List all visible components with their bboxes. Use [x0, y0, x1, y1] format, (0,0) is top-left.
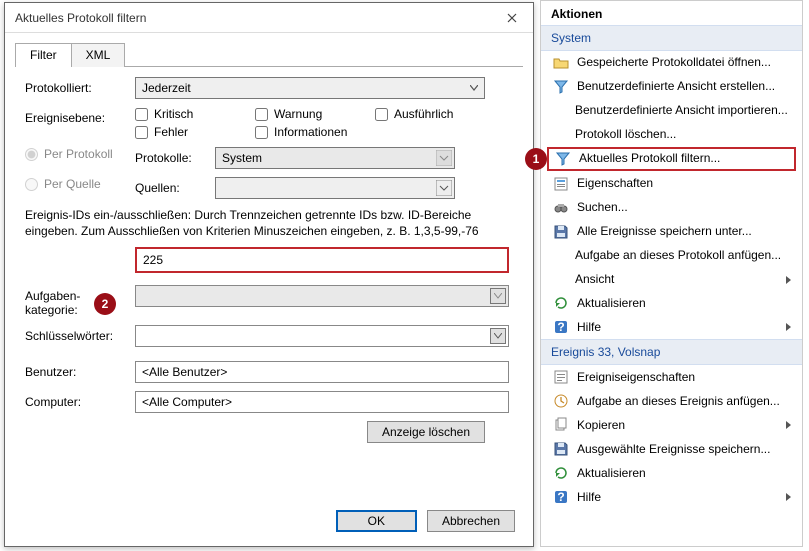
action-clear-log[interactable]: Protokoll löschen...: [541, 123, 802, 147]
action-help-system[interactable]: ? Hilfe: [541, 315, 802, 339]
action-save-selected-events[interactable]: Ausgewählte Ereignisse speichern...: [541, 437, 802, 461]
titlebar: Aktuelles Protokoll filtern: [5, 3, 533, 33]
action-save-all-events[interactable]: Alle Ereignisse speichern unter...: [541, 220, 802, 244]
input-computer[interactable]: [135, 391, 509, 413]
chevron-down-icon: [490, 288, 506, 304]
filter-form: Protokolliert: Jederzeit Ereignisebene: …: [5, 67, 533, 443]
refresh-icon: [553, 295, 569, 311]
checkbox-kritisch[interactable]: Kritisch: [135, 107, 235, 121]
tab-xml[interactable]: XML: [71, 43, 126, 67]
event-id-input[interactable]: [135, 247, 509, 273]
folder-open-icon: [553, 55, 569, 71]
select-aufgabenkategorie: [135, 285, 509, 307]
event-properties-icon: [553, 369, 569, 385]
chevron-right-icon: [786, 276, 792, 284]
callout-1: 1: [525, 148, 547, 170]
label-aufgabenkategorie: Aufgaben- kategorie:: [25, 285, 135, 317]
refresh-icon: [553, 465, 569, 481]
action-filter-current-highlight: Aktuelles Protokoll filtern...: [547, 147, 796, 171]
properties-icon: [553, 176, 569, 192]
chevron-right-icon: [786, 323, 792, 331]
checkbox-warnung-input[interactable]: [255, 108, 268, 121]
select-protokolle: System: [215, 147, 455, 169]
funnel-icon: [553, 79, 569, 95]
group-event-header: Ereignis 33, Volsnap: [541, 339, 802, 365]
level-checkbox-group: Kritisch Warnung Ausführlich Fehler Info…: [135, 107, 495, 139]
chevron-right-icon: [786, 493, 792, 501]
action-attach-task-log[interactable]: Aufgabe an dieses Protokoll anfügen...: [541, 244, 802, 268]
action-import-custom-view[interactable]: Benutzerdefinierte Ansicht importieren..…: [541, 99, 802, 123]
label-ereignisebene: Ereignisebene:: [25, 107, 135, 125]
radio-per-protokoll: Per Protokoll: [25, 147, 135, 161]
chevron-right-icon: [786, 421, 792, 429]
action-properties[interactable]: Eigenschaften: [541, 172, 802, 196]
cancel-button[interactable]: Abbrechen: [427, 510, 515, 532]
checkbox-ausfuehrlich[interactable]: Ausführlich: [375, 107, 495, 121]
checkbox-informationen-input[interactable]: [255, 126, 268, 139]
checkbox-kritisch-input[interactable]: [135, 108, 148, 121]
label-quellen: Quellen:: [135, 177, 215, 195]
chevron-down-icon: [466, 80, 482, 96]
select-protokolliert-value: Jederzeit: [142, 81, 191, 95]
action-copy-submenu[interactable]: Kopieren: [541, 413, 802, 437]
select-protokolle-value: System: [222, 151, 262, 165]
checkbox-fehler[interactable]: Fehler: [135, 125, 235, 139]
checkbox-informationen[interactable]: Informationen: [255, 125, 375, 139]
chevron-down-icon: [490, 328, 506, 344]
label-computer: Computer:: [25, 391, 135, 409]
chevron-down-icon: [436, 150, 452, 166]
dialog-button-row: OK Abbrechen: [336, 510, 515, 532]
action-refresh-system[interactable]: Aktualisieren: [541, 291, 802, 315]
label-protokolliert: Protokolliert:: [25, 77, 135, 95]
ok-button[interactable]: OK: [336, 510, 417, 532]
select-protokolliert[interactable]: Jederzeit: [135, 77, 485, 99]
filter-dialog: Aktuelles Protokoll filtern Filter XML P…: [4, 2, 534, 547]
action-help-event[interactable]: ? Hilfe: [541, 485, 802, 509]
save-icon: [553, 441, 569, 457]
action-refresh-event[interactable]: Aktualisieren: [541, 461, 802, 485]
action-attach-task-event[interactable]: Aufgabe an dieses Ereignis anfügen...: [541, 389, 802, 413]
radio-per-quelle: Per Quelle: [25, 177, 135, 191]
attach-task-icon: [553, 393, 569, 409]
close-icon: [507, 13, 517, 23]
action-find[interactable]: Suchen...: [541, 196, 802, 220]
action-open-saved-log[interactable]: Gespeicherte Protokolldatei öffnen...: [541, 51, 802, 75]
svg-text:?: ?: [557, 320, 564, 334]
label-protokolle: Protokolle:: [135, 147, 215, 165]
help-icon: ?: [553, 489, 569, 505]
checkbox-ausfuehrlich-input[interactable]: [375, 108, 388, 121]
action-view-submenu[interactable]: Ansicht: [541, 268, 802, 292]
input-benutzer[interactable]: [135, 361, 509, 383]
clear-button[interactable]: Anzeige löschen: [367, 421, 485, 443]
actions-pane-title: Aktionen: [541, 1, 802, 25]
save-icon: [553, 224, 569, 240]
binoculars-icon: [553, 200, 569, 216]
copy-icon: [553, 417, 569, 433]
event-id-help-text: Ereignis-IDs ein-/ausschließen: Durch Tr…: [25, 207, 495, 239]
funnel-icon: [555, 151, 571, 167]
action-filter-current-log[interactable]: Aktuelles Protokoll filtern...: [555, 151, 790, 167]
action-event-properties[interactable]: Ereigniseigenschaften: [541, 365, 802, 389]
checkbox-fehler-input[interactable]: [135, 126, 148, 139]
radio-per-quelle-input: [25, 178, 38, 191]
label-schluesselwoerter: Schlüsselwörter:: [25, 325, 135, 343]
help-icon: ?: [553, 319, 569, 335]
label-benutzer: Benutzer:: [25, 361, 135, 379]
actions-pane: Aktionen System Gespeicherte Protokollda…: [540, 0, 803, 547]
svg-text:?: ?: [557, 490, 564, 504]
select-schluesselwoerter[interactable]: [135, 325, 509, 347]
tab-bar: Filter XML: [15, 41, 523, 67]
checkbox-warnung[interactable]: Warnung: [255, 107, 355, 121]
callout-2: 2: [94, 293, 116, 315]
action-create-custom-view[interactable]: Benutzerdefinierte Ansicht erstellen...: [541, 75, 802, 99]
dialog-title: Aktuelles Protokoll filtern: [15, 11, 146, 25]
group-system-header: System: [541, 25, 802, 51]
select-quellen[interactable]: [215, 177, 455, 199]
close-button[interactable]: [491, 3, 533, 33]
tab-filter[interactable]: Filter: [15, 43, 72, 67]
radio-per-protokoll-input: [25, 148, 38, 161]
chevron-down-icon: [436, 180, 452, 196]
